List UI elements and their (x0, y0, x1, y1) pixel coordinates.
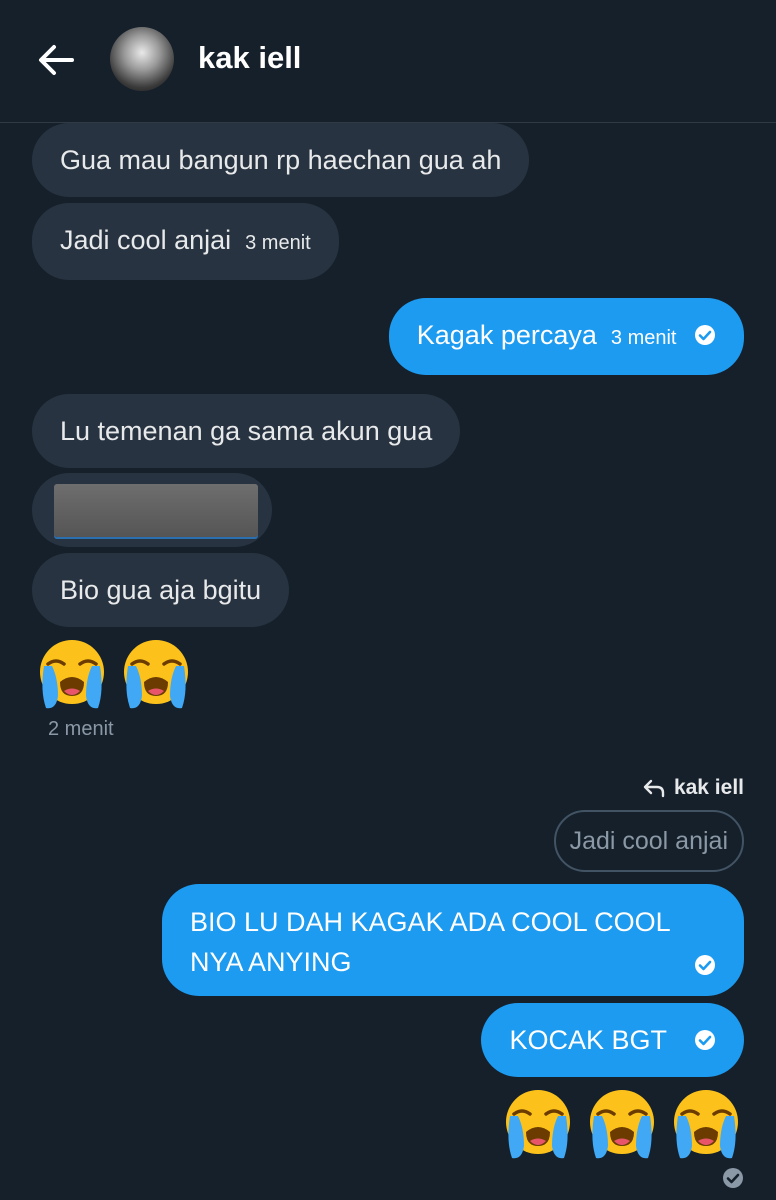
message-text: Bio gua aja bgitu (60, 575, 262, 605)
message-timestamp: 3 menit (245, 232, 311, 254)
check-circle-icon (695, 1029, 715, 1050)
arrow-left-icon (39, 45, 74, 75)
loudly-crying-face-emoji (122, 638, 190, 710)
message-text: Jadi cool anjai (60, 225, 232, 255)
reply-label: kak iell (642, 776, 744, 800)
message-incoming[interactable]: Lu temenan ga sama akun gua (32, 394, 461, 468)
message-text: Lu temenan ga sama akun gua (60, 416, 433, 446)
avatar[interactable] (110, 27, 174, 91)
reply-arrow-icon (643, 779, 665, 798)
reply-to-name: kak iell (673, 776, 744, 799)
back-button[interactable] (34, 38, 78, 82)
message-text-line: BIO LU DAH KAGAK ADA COOL COOL (190, 907, 671, 937)
loudly-crying-face-emoji (38, 638, 106, 710)
message-text: KOCAK BGT (509, 1025, 667, 1055)
message-text: Gua mau bangun rp haechan gua ah (60, 145, 502, 175)
loudly-crying-face-emoji (672, 1088, 740, 1160)
check-circle-icon (695, 955, 715, 975)
redacted-content (54, 484, 258, 537)
message-outgoing[interactable]: Kagak percaya 3 menit (388, 298, 744, 375)
quoted-message[interactable]: Jadi cool anjai (553, 810, 744, 872)
check-circle-icon (695, 324, 715, 345)
message-text-line: NYA ANYING (190, 947, 352, 977)
loudly-crying-face-emoji (504, 1088, 572, 1160)
message-incoming[interactable]: Jadi cool anjai 3 menit (32, 203, 339, 280)
message-incoming[interactable]: Gua mau bangun rp haechan gua ah (32, 123, 530, 197)
loudly-crying-face-emoji (588, 1088, 656, 1160)
message-outgoing[interactable]: KOCAK BGT (481, 1003, 744, 1077)
contact-name[interactable]: kak iell (198, 40, 301, 76)
message-outgoing[interactable]: BIO LU DAH KAGAK ADA COOL COOL NYA ANYIN… (162, 884, 744, 996)
message-incoming[interactable]: Bio gua aja bgitu (32, 553, 290, 627)
message-text: Kagak percaya (416, 320, 597, 350)
message-timestamp: 2 menit (48, 718, 114, 740)
check-circle-icon (723, 1168, 743, 1188)
chat-header: kak iell (0, 0, 776, 123)
message-timestamp: 3 menit (610, 327, 677, 349)
